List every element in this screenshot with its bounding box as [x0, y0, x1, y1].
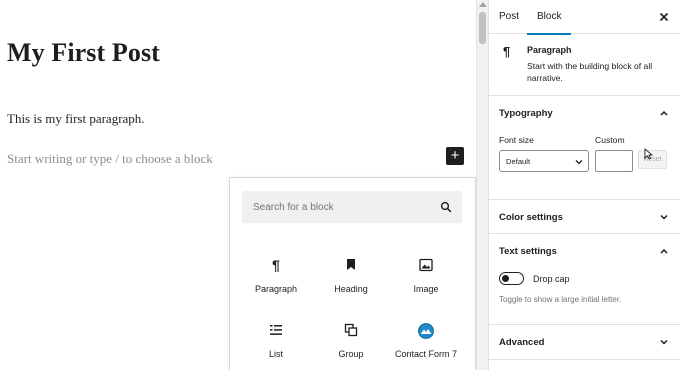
- block-item-heading[interactable]: Heading: [316, 258, 386, 310]
- paragraph-icon: ¶: [503, 44, 511, 59]
- post-title[interactable]: My First Post: [7, 38, 160, 68]
- scroll-thumb[interactable]: [479, 12, 486, 44]
- block-card: ¶ Paragraph Start with the building bloc…: [489, 34, 680, 96]
- block-label: List: [268, 349, 283, 359]
- text-settings-panel: Text settings Drop cap Toggle to show a …: [489, 234, 680, 325]
- paragraph-icon: ¶: [241, 258, 311, 280]
- text-settings-panel-toggle[interactable]: Text settings: [499, 246, 557, 257]
- font-size-select[interactable]: Default: [499, 150, 589, 172]
- block-label: Contact Form 7: [394, 349, 458, 359]
- editor-canvas: My First Post This is my first paragraph…: [0, 0, 476, 370]
- block-label: Heading: [334, 284, 368, 294]
- chevron-up-icon[interactable]: [659, 246, 669, 256]
- chevron-down-icon[interactable]: [659, 212, 669, 222]
- block-card-title: Paragraph: [527, 45, 572, 55]
- typography-panel: Typography Font size Custom Default Rese…: [489, 96, 680, 200]
- advanced-panel: Advanced: [489, 325, 680, 360]
- custom-size-input[interactable]: [595, 150, 633, 172]
- font-size-label: Font size: [499, 135, 534, 145]
- mouse-cursor-icon: [644, 148, 653, 160]
- font-size-select-value: Default: [506, 157, 531, 166]
- tab-block[interactable]: Block: [527, 0, 572, 35]
- block-item-group[interactable]: Group: [316, 323, 386, 370]
- group-icon: [316, 323, 386, 345]
- bookmark-icon: [316, 258, 386, 280]
- image-icon: [391, 258, 461, 280]
- drop-cap-label: Drop cap: [533, 274, 570, 284]
- block-label: Paragraph: [254, 284, 298, 294]
- paragraph-block[interactable]: This is my first paragraph.: [7, 111, 145, 127]
- chevron-up-icon[interactable]: [659, 108, 669, 118]
- editor-scrollbar[interactable]: [476, 0, 488, 370]
- custom-size-label: Custom: [595, 135, 625, 145]
- chevron-down-icon: [575, 160, 583, 165]
- list-icon: [241, 323, 311, 345]
- tab-post[interactable]: Post: [499, 0, 519, 34]
- block-label: Group: [338, 349, 364, 359]
- search-icon: [440, 201, 452, 213]
- scroll-up-arrow-icon[interactable]: [479, 2, 487, 7]
- add-block-button[interactable]: +: [446, 147, 464, 165]
- block-card-description: Start with the building block of all nar…: [527, 61, 653, 83]
- typography-panel-toggle[interactable]: Typography: [499, 108, 553, 119]
- svg-text:¶: ¶: [272, 258, 280, 272]
- block-item-list[interactable]: List: [241, 323, 311, 370]
- block-label: Image: [413, 284, 439, 294]
- contact-form-7-icon: [391, 323, 461, 345]
- sidebar-tabs: Post Block: [489, 0, 680, 35]
- block-search-input[interactable]: [242, 191, 432, 223]
- color-settings-panel-toggle[interactable]: Color settings: [499, 212, 563, 223]
- block-item-image[interactable]: Image: [391, 258, 461, 310]
- settings-sidebar: Post Block ¶ Paragraph Start with the bu…: [488, 0, 680, 370]
- toggle-knob: [502, 274, 509, 282]
- block-placeholder[interactable]: Start writing or type / to choose a bloc…: [7, 151, 213, 167]
- block-item-contact-form-7[interactable]: Contact Form 7: [391, 323, 461, 370]
- drop-cap-toggle[interactable]: [499, 272, 524, 285]
- advanced-panel-toggle[interactable]: Advanced: [499, 337, 544, 348]
- drop-cap-help-text: Toggle to show a large initial letter.: [499, 295, 622, 304]
- block-item-paragraph[interactable]: ¶ Paragraph: [241, 258, 311, 310]
- color-settings-panel: Color settings: [489, 200, 680, 234]
- block-inserter-popover: ¶ Paragraph Heading Image List: [229, 177, 476, 370]
- close-icon[interactable]: [657, 10, 671, 24]
- chevron-down-icon[interactable]: [659, 337, 669, 347]
- block-search: [242, 191, 462, 223]
